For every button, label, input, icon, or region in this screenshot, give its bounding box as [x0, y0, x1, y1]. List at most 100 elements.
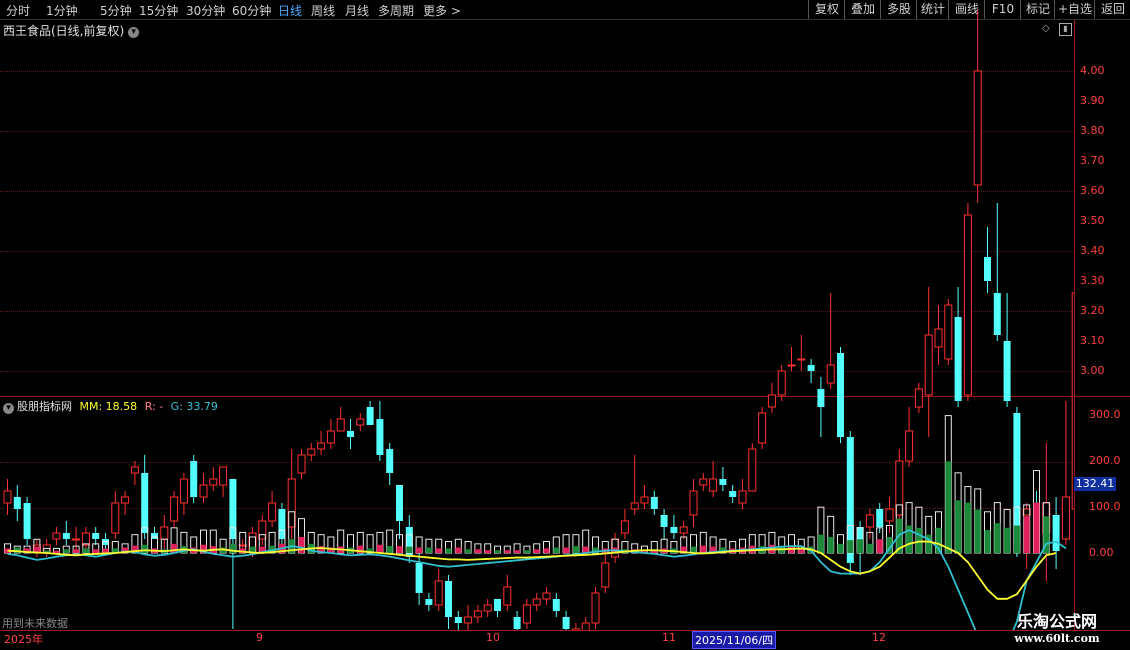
candle-body: [190, 461, 198, 497]
indicator-bar-fill: [63, 549, 70, 553]
candle-body: [885, 508, 894, 522]
x-tick: 11: [662, 631, 676, 644]
indicator-tick: 200.0: [1089, 454, 1121, 467]
price-tick: 3.00: [1080, 364, 1105, 377]
indicator-bar-fill: [53, 550, 60, 553]
candle-body: [317, 442, 326, 450]
candle-body: [640, 496, 649, 504]
indicator-bar-fill: [514, 550, 521, 553]
candle-body: [179, 478, 188, 504]
candle-body: [963, 214, 972, 396]
candle-body: [326, 430, 335, 444]
candle-body: [356, 418, 365, 426]
indicator-bar-fill: [386, 546, 393, 553]
candle-body: [445, 581, 452, 617]
back-button[interactable]: 返回: [1094, 0, 1130, 19]
candle-body: [729, 491, 737, 497]
candle-body: [571, 628, 580, 630]
candle-body: [522, 604, 531, 624]
x-tick: 10: [486, 631, 500, 644]
candle-body: [601, 562, 610, 588]
candle-body: [13, 497, 21, 509]
candle-body: [807, 365, 815, 371]
indicator-bar-fill: [425, 547, 432, 553]
candle-body: [719, 479, 727, 485]
price-tick: 4.00: [1080, 64, 1105, 77]
indicator-bar-fill: [504, 550, 511, 553]
candle-body: [562, 617, 570, 629]
candle-body: [258, 520, 267, 540]
price-tick: 3.20: [1080, 304, 1105, 317]
indicator-bar-fill: [494, 550, 501, 553]
candle-body: [268, 502, 277, 522]
candle-body: [552, 599, 560, 611]
indicator-bar-fill: [915, 527, 922, 553]
price-axis-line: [1074, 20, 1075, 630]
indicator-bar-fill: [396, 546, 403, 553]
x-tick: 9: [256, 631, 263, 644]
candle-body: [23, 503, 31, 539]
indicator-bar-fill: [857, 539, 864, 553]
time-axis-line: [0, 630, 1130, 631]
candle-body: [366, 407, 374, 425]
candle-body: [454, 617, 462, 623]
indicator-bar-fill: [533, 549, 540, 553]
candle-body: [620, 520, 629, 534]
candle-body: [52, 532, 61, 540]
candle-body: [278, 509, 286, 539]
candle-body: [865, 514, 874, 528]
candle-body: [1052, 515, 1060, 551]
candle-body: [130, 466, 139, 474]
candle-body: [532, 598, 541, 606]
candle-body: [709, 478, 718, 492]
candle-body: [72, 538, 81, 541]
candle-body: [837, 353, 844, 437]
price-tick: 3.50: [1080, 214, 1105, 227]
candle-body: [92, 533, 100, 539]
candle-body: [287, 478, 296, 528]
candle-body: [670, 527, 678, 533]
indicator-bar-fill: [1023, 516, 1030, 553]
indicator-bar-fill: [543, 548, 550, 553]
candle-body: [934, 328, 943, 348]
candle-body: [151, 533, 158, 539]
candle-body: [376, 419, 384, 455]
candle-body: [121, 496, 130, 504]
candle-body: [767, 394, 776, 408]
candle-body: [797, 358, 806, 361]
candle-body: [689, 490, 698, 516]
candle-body: [141, 473, 149, 533]
indicator-bar-fill: [445, 548, 452, 553]
candle-body: [336, 418, 345, 432]
candle-body: [826, 364, 835, 384]
candle-body: [111, 502, 120, 534]
candle-body: [993, 293, 1001, 335]
candle-body: [425, 599, 433, 605]
chart-canvas[interactable]: [0, 0, 1074, 630]
price-tick: 3.60: [1080, 184, 1105, 197]
indicator-tick: 300.0: [1089, 408, 1121, 421]
indicator-bar-fill: [994, 523, 1001, 553]
candle-body: [650, 497, 658, 509]
watermark-url: www.60lt.com: [1014, 632, 1100, 645]
candle-body: [924, 334, 933, 396]
price-tick: 3.80: [1080, 124, 1105, 137]
price-tick: 3.30: [1080, 274, 1105, 287]
candle-body: [434, 580, 443, 606]
indicator-bar-fill: [416, 547, 423, 553]
candle-body: [62, 533, 70, 539]
indicator-bar-fill: [484, 550, 491, 553]
candle-body: [415, 563, 423, 593]
indicator-bar-fill: [572, 546, 579, 553]
indicator-bar-fill: [1004, 527, 1011, 553]
indicator-bar-fill: [1033, 502, 1040, 553]
indicator-bar-fill: [945, 461, 952, 553]
indicator-bar-fill: [406, 546, 413, 553]
candle-body: [473, 610, 482, 618]
indicator-bar-fill: [455, 547, 462, 553]
candle-body: [581, 622, 590, 630]
candle-body: [1003, 341, 1011, 401]
candle-body: [876, 509, 884, 527]
indicator-bar-fill: [73, 549, 80, 553]
candle-body: [660, 515, 668, 527]
